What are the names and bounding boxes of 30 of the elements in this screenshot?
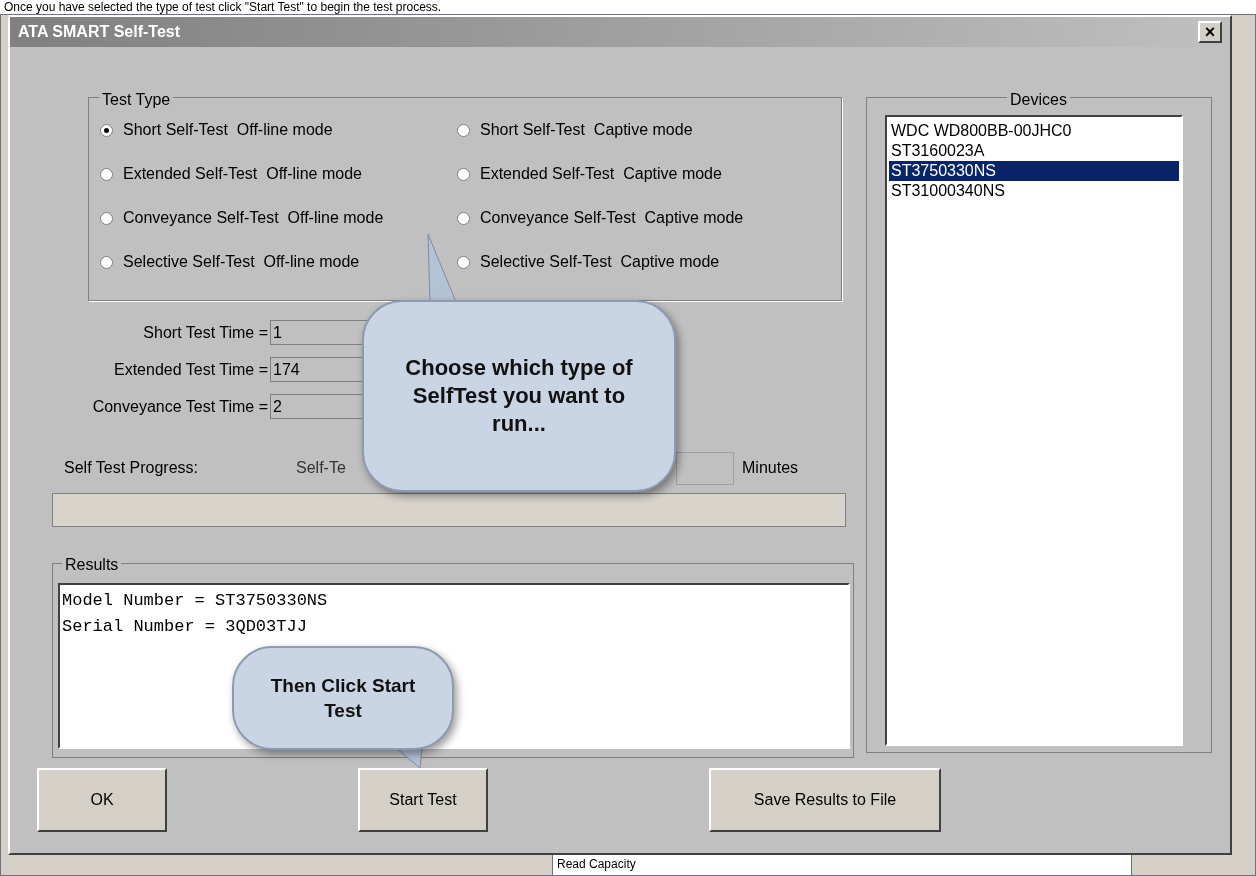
dialog-button[interactable]: Save Results to File: [709, 768, 941, 832]
device-item[interactable]: ST31000340NS: [889, 181, 1179, 201]
caption: Once you have selected the type of test click "Start Test" to begin the test process.: [4, 0, 442, 14]
minutes-field: [676, 452, 734, 485]
radio-label: Short Self-Test Captive mode: [480, 120, 693, 140]
time-label: Short Test Time =: [142, 322, 269, 343]
minutes-label: Minutes: [742, 458, 799, 478]
progress-running-text: Self-Te: [296, 458, 346, 478]
background-label: Read Capacity: [552, 853, 1132, 876]
radio-label: Selective Self-Test Off-line mode: [123, 252, 360, 272]
device-item[interactable]: ST3160023A: [889, 141, 1179, 161]
progress-label: Self Test Progress:: [64, 458, 198, 478]
result-line: Model Number = ST3750330NS: [62, 590, 328, 612]
radio-label: Conveyance Self-Test Captive mode: [480, 208, 744, 228]
radio-label: Extended Self-Test Captive mode: [480, 164, 722, 184]
window-title: ATA SMART Self-Test: [18, 22, 181, 42]
callout-bubble: Choose which type of SelfTest you want to run...: [362, 300, 676, 492]
time-label: Conveyance Test Time =: [91, 396, 269, 417]
radio-label: Selective Self-Test Captive mode: [480, 252, 720, 272]
device-item[interactable]: ST3750330NS: [889, 161, 1179, 181]
device-item[interactable]: WDC WD800BB-00JHC0: [889, 121, 1179, 141]
radio-label: Short Self-Test Off-line mode: [123, 120, 333, 140]
time-label: Extended Test Time =: [113, 359, 269, 380]
result-line: Serial Number = 3QD03TJJ: [62, 616, 307, 638]
close-button[interactable]: ×: [1198, 21, 1222, 43]
radio-label: Extended Self-Test Off-line mode: [123, 164, 362, 184]
radio-label: Conveyance Self-Test Off-line mode: [123, 208, 384, 228]
dialog-button[interactable]: OK: [37, 768, 167, 832]
dialog-button[interactable]: Start Test: [358, 768, 488, 832]
callout-bubble: Then Click Start Test: [232, 646, 454, 750]
